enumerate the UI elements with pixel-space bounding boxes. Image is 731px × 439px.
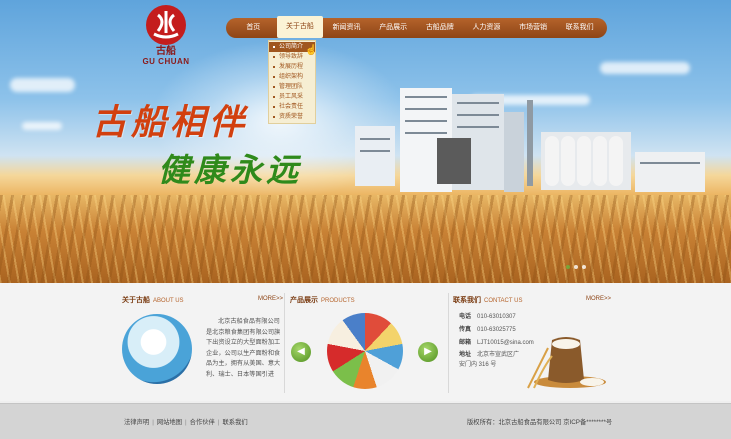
about-title-en: ABOUT US <box>153 298 184 304</box>
footer-link-sitemap[interactable]: 网站地图 <box>157 419 182 426</box>
dropdown-item-social-responsibility[interactable]: 社会责任 <box>269 102 315 112</box>
footer-link-legal[interactable]: 法律声明 <box>124 419 149 426</box>
contact-label: 传真 <box>459 327 472 333</box>
flour-sack-image <box>527 337 606 389</box>
products-title: 产品展示 <box>290 297 318 304</box>
cloud <box>22 122 62 130</box>
products-title-en: PRODUCTS <box>321 298 355 304</box>
nav-item-products[interactable]: 产品展示 <box>370 18 417 38</box>
hero-banner: 古船 GU CHUAN 首页 关于古船 新闻资讯 产品展示 古船品牌 人力资源 … <box>0 0 731 283</box>
footer-link-contact[interactable]: 联系我们 <box>222 419 247 426</box>
contact-row-address: 地址 北京市宣武区广安门内 316 号 <box>459 350 521 368</box>
about-text: 北京古船食品有限公司是北京粮食集团有限公司旗下出资设立的大型面粉加工企业，公司以… <box>206 318 281 378</box>
wheat-field <box>0 195 731 283</box>
contact-value: 010-63025775 <box>477 327 516 333</box>
dropdown-item-staff[interactable]: 员工风采 <box>269 92 315 102</box>
nav-item-marketing[interactable]: 市场营销 <box>510 18 557 38</box>
nav-item-contact[interactable]: 联系我们 <box>556 18 603 38</box>
contact-heading: 联系我们 CONTACT US <box>453 295 522 305</box>
contact-label: 邮箱 <box>459 340 472 346</box>
contact-value: 010-63010307 <box>477 314 516 320</box>
nav-item-news[interactable]: 新闻资讯 <box>323 18 370 38</box>
products-photo <box>327 313 403 389</box>
carousel-dot[interactable] <box>582 265 586 269</box>
dropdown-item-management[interactable]: 管理团队 <box>269 82 315 92</box>
dropdown-item-honors[interactable]: 资质荣誉 <box>269 112 315 122</box>
slogan-line2: 健康永远 <box>158 151 303 189</box>
footer-separator: | <box>185 419 187 426</box>
cloud <box>10 78 75 92</box>
hand-cursor-icon: ☝ <box>305 45 318 56</box>
dropdown-item-organization[interactable]: 组织架构 <box>269 72 315 82</box>
carousel-indicators <box>566 256 590 274</box>
contact-more-link[interactable]: MORE>> <box>586 296 611 302</box>
footer-link-partners[interactable]: 合作伙伴 <box>190 419 215 426</box>
brand-name-cn: 古船 <box>156 46 176 57</box>
contact-title-en: CONTACT US <box>484 298 523 304</box>
slogan-line1: 古船相伴 <box>92 102 249 143</box>
nav-item-hr[interactable]: 人力资源 <box>463 18 510 38</box>
divider <box>448 293 449 393</box>
about-heading: 关于古船 ABOUT US <box>122 295 184 305</box>
footer-separator: | <box>217 419 220 426</box>
main-nav: 首页 关于古船 新闻资讯 产品展示 古船品牌 人力资源 市场营销 联系我们 <box>226 16 607 38</box>
brand-name-en: GU CHUAN <box>142 57 190 66</box>
contact-label: 地址 <box>459 352 472 358</box>
about-photo <box>122 314 192 384</box>
contact-row-phone: 电话 010-63010307 <box>459 311 534 324</box>
nav-item-about[interactable]: 关于古船 <box>276 16 324 38</box>
carousel-dot[interactable] <box>574 265 578 269</box>
products-prev-arrow-icon[interactable]: ◀ <box>291 342 311 362</box>
nav-item-brand[interactable]: 古船品牌 <box>417 18 464 38</box>
about-title: 关于古船 <box>122 297 150 304</box>
products-next-arrow-icon[interactable]: ▶ <box>418 342 438 362</box>
footer-copyright: 版权所有：北京古船食品有限公司 京ICP备********号 <box>467 419 613 426</box>
cloud <box>600 62 690 74</box>
footer: 法律声明 | 网站地图 | 合作伙伴 | 联系我们 版权所有：北京古船食品有限公司 京ICP… <box>0 403 731 439</box>
dropdown-item-history[interactable]: 发展历程 <box>269 62 315 72</box>
contact-label: 电话 <box>459 314 472 320</box>
nav-item-home[interactable]: 首页 <box>230 18 277 38</box>
contact-title: 联系我们 <box>453 297 481 304</box>
divider <box>284 293 285 393</box>
carousel-dot[interactable] <box>566 265 570 269</box>
products-heading: 产品展示 PRODUCTS <box>290 295 355 305</box>
footer-links: 法律声明 | 网站地图 | 合作伙伴 | 联系我们 <box>124 417 248 426</box>
logo-ship-icon <box>146 5 186 45</box>
footer-separator: | <box>152 419 154 426</box>
about-more-link[interactable]: MORE>> <box>258 296 283 302</box>
factory-image <box>355 88 705 192</box>
logo[interactable]: 古船 GU CHUAN <box>142 5 190 67</box>
